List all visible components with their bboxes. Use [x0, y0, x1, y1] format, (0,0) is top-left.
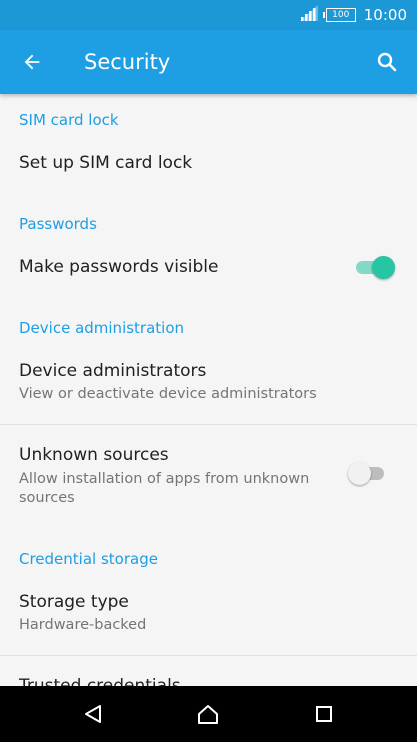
search-icon	[377, 52, 397, 72]
unknown-sources-row[interactable]: Unknown sources Allow installation of ap…	[0, 425, 417, 523]
app-bar: Security	[0, 30, 417, 94]
unknown-sources-toggle[interactable]	[348, 460, 388, 486]
page-title: Security	[84, 50, 171, 74]
status-time: 10:00	[363, 6, 407, 24]
status-icons: 100 10:00	[299, 0, 407, 30]
make-passwords-visible-toggle[interactable]	[356, 254, 396, 280]
home-icon	[198, 705, 218, 724]
arrow-left-icon	[24, 54, 40, 70]
toggle-thumb	[348, 462, 371, 485]
back-button[interactable]	[12, 42, 52, 82]
trusted-credentials-title: Trusted credentials	[19, 676, 181, 686]
status-bar: 100 10:00	[0, 0, 417, 30]
make-passwords-visible-row[interactable]: Make passwords visible	[0, 242, 417, 294]
section-header-passwords: Passwords	[19, 215, 97, 233]
toggle-thumb	[372, 256, 395, 279]
storage-type-title: Storage type	[19, 592, 129, 612]
setup-sim-lock-row[interactable]: Set up SIM card lock	[0, 138, 417, 190]
section-header-credential-storage: Credential storage	[19, 550, 158, 568]
search-button[interactable]	[367, 42, 407, 82]
storage-type-subtitle: Hardware-backed	[19, 617, 147, 633]
battery-icon: 100	[322, 8, 356, 22]
unknown-sources-title: Unknown sources	[19, 445, 169, 465]
navigation-bar	[0, 686, 417, 742]
device-administrators-subtitle: View or deactivate device administrators	[19, 386, 317, 402]
section-header-sim-card-lock: SIM card lock	[19, 111, 119, 129]
storage-type-row[interactable]: Storage type Hardware-backed	[0, 580, 417, 655]
setup-sim-lock-title: Set up SIM card lock	[19, 153, 193, 173]
section-header-device-administration: Device administration	[19, 319, 185, 337]
triangle-back-icon	[85, 705, 101, 723]
square-recents-icon	[316, 706, 332, 722]
battery-level: 100	[332, 9, 350, 20]
device-administrators-title: Device administrators	[19, 361, 207, 381]
nav-back-button[interactable]	[77, 698, 109, 730]
nav-recents-button[interactable]	[308, 698, 340, 730]
make-passwords-visible-title: Make passwords visible	[19, 257, 219, 277]
trusted-credentials-row[interactable]: Trusted credentials	[0, 656, 417, 686]
nav-home-button[interactable]	[192, 698, 224, 730]
settings-list[interactable]: SIM card lock Set up SIM card lock Passw…	[0, 94, 417, 686]
signal-icon	[299, 5, 318, 25]
device-administrators-row[interactable]: Device administrators View or deactivate…	[0, 349, 417, 424]
unknown-sources-subtitle: Allow installation of apps from unknown …	[19, 471, 310, 506]
